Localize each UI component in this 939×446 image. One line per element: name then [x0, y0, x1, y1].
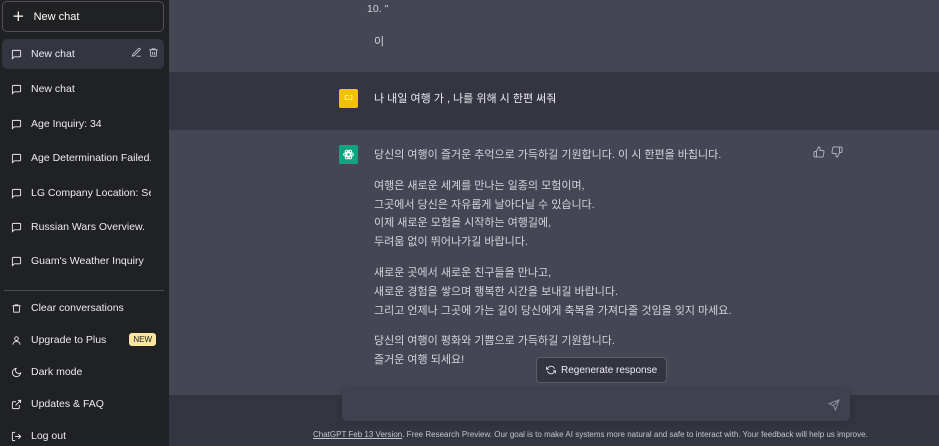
- external-link-icon: [11, 399, 22, 409]
- user-avatar: CJ: [339, 89, 358, 108]
- moon-icon: [11, 367, 22, 377]
- regenerate-response-button[interactable]: Regenerate response: [536, 357, 668, 383]
- message-input[interactable]: [352, 397, 812, 413]
- chat-bubble-icon: [11, 222, 22, 233]
- previous-assistant-message: 10. " 이: [169, 0, 939, 72]
- plus-icon: +: [12, 7, 25, 25]
- trash-icon[interactable]: [148, 47, 159, 58]
- message-line: 당신의 여행이 평화와 기쁨으로 가득하길 기원합니다.: [374, 335, 615, 348]
- log-out-label: Log out: [31, 430, 67, 442]
- chat-bubble-icon: [11, 256, 22, 267]
- person-icon: [12, 335, 21, 345]
- clear-conversations-button[interactable]: Clear conversations: [2, 294, 164, 322]
- trash-icon: [12, 303, 21, 313]
- dark-mode-button[interactable]: Dark mode: [2, 358, 164, 386]
- chat-item[interactable]: Age Determination Failed.: [2, 143, 164, 173]
- dark-mode-label: Dark mode: [31, 366, 83, 378]
- chat-bubble-icon: [11, 49, 22, 60]
- chat-item[interactable]: Age Inquiry: 34: [2, 109, 164, 139]
- chat-item-label: New chat: [31, 48, 75, 60]
- assistant-message-text: 당신의 여행이 즐거운 추억으로 가득하길 기원합니다. 이 시 한편을 바칩니…: [374, 146, 804, 370]
- message-line: 두려움 없이 뛰어나가길 바랍니다.: [374, 236, 528, 249]
- message-text: 이: [374, 36, 385, 48]
- message-line: 새로운 곳에서 새로운 친구들을 만나고,: [374, 266, 552, 279]
- message-line: 새로운 경험을 쌓으며 행복한 시간을 보내길 바랍니다.: [374, 285, 619, 298]
- chat-item-actions: [131, 47, 159, 58]
- log-out-button[interactable]: Log out: [2, 422, 164, 446]
- message-line: 이제 새로운 모험을 시작하는 여행길에,: [374, 217, 552, 230]
- new-chat-button[interactable]: + New chat: [2, 1, 164, 32]
- chat-bubble-icon: [11, 119, 22, 130]
- upgrade-label: Upgrade to Plus: [31, 334, 107, 346]
- message-line: 당신의 여행이 즐거운 추억으로 가득하길 기원합니다. 이 시 한편을 바칩니…: [374, 149, 722, 161]
- thumbs-down-icon[interactable]: [831, 146, 843, 158]
- user-message: CJ 나 내일 여행 가 , 나를 위해 시 한편 써줘: [169, 72, 939, 130]
- openai-logo-icon: [343, 149, 354, 160]
- chat-item-label: New chat: [31, 83, 75, 95]
- chat-bubble-icon: [11, 84, 22, 95]
- message-line: 그곳에서 당신은 자유롭게 날아다닐 수 있습니다.: [374, 198, 595, 211]
- user-message-text: 나 내일 여행 가 , 나를 위해 시 한편 써줘: [374, 93, 557, 105]
- message-line: 그리고 언제나 그곳에 가는 길이 당신에게 축복을 가져다줄 것임을 잊지 마…: [374, 304, 732, 317]
- regenerate-label: Regenerate response: [561, 364, 658, 376]
- message-text: 10. ": [367, 3, 389, 15]
- clear-conversations-label: Clear conversations: [31, 302, 124, 314]
- pencil-icon[interactable]: [131, 47, 142, 58]
- chat-item-label: Russian Wars Overview.: [31, 221, 145, 233]
- logout-icon: [11, 431, 22, 441]
- paragraph: 당신의 여행이 즐거운 추억으로 가득하길 기원합니다. 이 시 한편을 바칩니…: [374, 146, 804, 165]
- chat-item-active[interactable]: New chat: [2, 39, 164, 69]
- version-link[interactable]: ChatGPT Feb 13 Version: [313, 430, 402, 439]
- feedback-buttons: [813, 146, 843, 158]
- input-area: ChatGPT Feb 13 Version. Free Research Pr…: [169, 389, 939, 446]
- paragraph: 여행은 새로운 세계를 만나는 일종의 모험이며, 그곳에서 당신은 자유롭게 …: [374, 177, 804, 252]
- thumbs-up-icon[interactable]: [813, 146, 825, 158]
- footer-text: . Free Research Preview. Our goal is to …: [402, 430, 868, 439]
- updates-faq-link[interactable]: Updates & FAQ: [2, 390, 164, 418]
- chat-item-label: Age Determination Failed.: [31, 152, 151, 164]
- sidebar: + New chat New chat New chat Age Inquiry…: [0, 0, 169, 446]
- message-line: 여행은 새로운 세계를 만나는 일종의 모험이며,: [374, 179, 585, 192]
- chat-item-label: Age Inquiry: 34: [31, 118, 102, 130]
- refresh-icon: [546, 365, 556, 375]
- assistant-message: 당신의 여행이 즐거운 추억으로 가득하길 기원합니다. 이 시 한편을 바칩니…: [169, 130, 939, 395]
- upgrade-to-plus-button[interactable]: Upgrade to Plus NEW: [2, 326, 164, 354]
- chat-item[interactable]: Russian Wars Overview.: [2, 212, 164, 242]
- paragraph: 새로운 곳에서 새로운 친구들을 만나고, 새로운 경험을 쌓으며 행복한 시간…: [374, 264, 804, 320]
- chat-item[interactable]: Guam's Weather Inquiry: [2, 246, 164, 276]
- footer-note: ChatGPT Feb 13 Version. Free Research Pr…: [313, 430, 868, 439]
- chat-item[interactable]: LG Company Location: Seoul: [2, 178, 164, 208]
- message-input-box: [342, 389, 850, 421]
- chat-main: 10. " 이 CJ 나 내일 여행 가 , 나를 위해 시 한편 써줘 당신의…: [169, 0, 939, 446]
- chat-bubble-icon: [11, 188, 22, 199]
- message-line: 즐거운 여행 되세요!: [374, 354, 465, 367]
- chat-item[interactable]: New chat: [2, 74, 164, 104]
- assistant-avatar: [339, 145, 358, 164]
- updates-faq-label: Updates & FAQ: [31, 398, 104, 410]
- chat-item-label: LG Company Location: Seoul: [31, 187, 151, 199]
- sidebar-divider: [4, 290, 164, 291]
- new-badge: NEW: [129, 333, 156, 346]
- new-chat-label: New chat: [33, 10, 80, 23]
- send-icon[interactable]: [828, 399, 840, 411]
- chat-item-label: Guam's Weather Inquiry: [31, 255, 144, 267]
- chat-bubble-icon: [11, 153, 22, 164]
